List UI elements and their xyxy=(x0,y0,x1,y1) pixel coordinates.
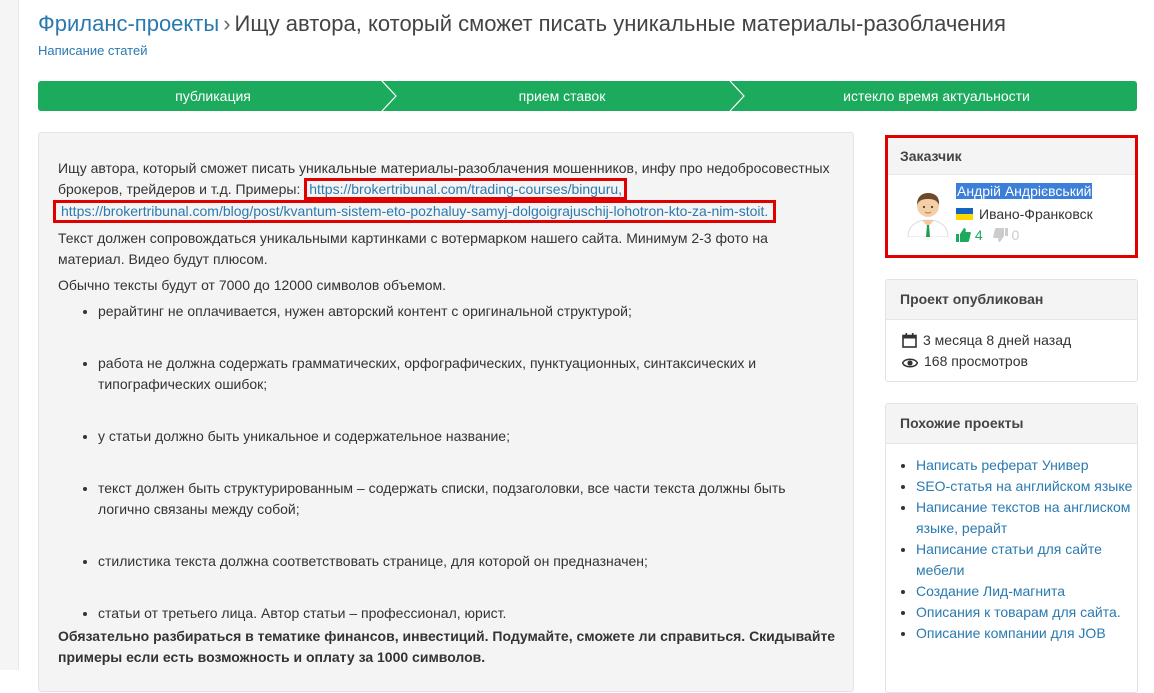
project-title: Ищу автора, который сможет писать уникал… xyxy=(234,11,1006,36)
status-stage-label: публикация xyxy=(175,88,251,104)
project-description-panel: Ищу автора, который сможет писать уникал… xyxy=(38,132,854,692)
breadcrumb-separator: › xyxy=(223,11,231,36)
highlight-box: https://brokertribunal.com/blog/post/kva… xyxy=(53,200,777,223)
similar-projects-list: Написать реферат Универ SEO-статья на ан… xyxy=(886,444,1137,644)
description-intro: Ищу автора, который сможет писать уникал… xyxy=(53,158,838,223)
list-item: работа не должна содержать грамматически… xyxy=(98,353,838,395)
views-count: 168 просмотров xyxy=(924,353,1028,369)
calendar-icon xyxy=(902,333,917,348)
ukraine-flag-icon xyxy=(956,208,973,220)
project-description: Ищу автора, который сможет писать уникал… xyxy=(53,158,838,673)
list-item: Описание компании для JOB xyxy=(916,623,1137,644)
published-card: Проект опубликован 3 месяца 8 дней назад… xyxy=(885,279,1138,382)
status-stage-publication: публикация xyxy=(38,81,397,111)
example-link-1[interactable]: https://brokertribunal.com/trading-cours… xyxy=(309,181,622,197)
client-city: Ивано-Франковск xyxy=(979,206,1093,222)
list-item: Написать реферат Универ xyxy=(916,455,1137,476)
status-stage-label: прием ставок xyxy=(518,88,606,104)
similar-project-link[interactable]: Написание текстов на англиском языке, ре… xyxy=(916,499,1130,536)
status-stage-label: истекло время актуальности xyxy=(843,88,1030,104)
list-item: Написание текстов на англиском языке, ре… xyxy=(916,497,1137,539)
project-status-bar: публикация прием ставок истекло время ак… xyxy=(38,81,1137,111)
published-date-row: 3 месяца 8 дней назад xyxy=(902,330,1137,351)
published-date: 3 месяца 8 дней назад xyxy=(923,332,1072,348)
published-info: 3 месяца 8 дней назад 168 просмотров xyxy=(886,320,1137,372)
eye-icon xyxy=(901,358,919,368)
avatar[interactable] xyxy=(904,185,952,238)
thumbs-up-icon xyxy=(956,228,971,242)
similar-project-link[interactable]: Написание статьи для сайте мебели xyxy=(916,541,1102,578)
breadcrumb-root-link[interactable]: Фриланс-проекты xyxy=(38,11,219,36)
views-row: 168 просмотров xyxy=(901,351,1137,372)
rating-down: 0 xyxy=(992,227,1020,243)
similar-project-link[interactable]: Написать реферат Универ xyxy=(916,457,1088,473)
list-item: Описания к товарам для сайта. xyxy=(916,602,1137,623)
rating-up-count: 4 xyxy=(974,227,983,243)
status-stage-bidding: прием ставок xyxy=(388,81,745,111)
page-left-gutter xyxy=(0,0,19,670)
description-paragraph: Обычно тексты будут от 7000 до 12000 сим… xyxy=(58,277,447,293)
similar-project-link[interactable]: Создание Лид-магнита xyxy=(916,583,1065,599)
page-title: Фриланс-проекты › Ищу автора, который смож… xyxy=(38,9,1006,39)
published-card-header: Проект опубликован xyxy=(886,280,1137,320)
list-item: у статьи должно быть уникальное и содерж… xyxy=(98,426,838,447)
list-item: рерайтинг не оплачивается, нужен авторск… xyxy=(98,301,838,322)
similar-projects-header: Похожие проекты xyxy=(886,404,1137,444)
example-link-2[interactable]: https://brokertribunal.com/blog/post/kva… xyxy=(61,203,768,219)
requirements-list: рерайтинг не оплачивается, нужен авторск… xyxy=(58,301,838,624)
description-bold-note: Обязательно разбираться в тематике финан… xyxy=(58,628,836,665)
similar-project-link[interactable]: Описания к товарам для сайта. xyxy=(916,604,1121,620)
client-location: Ивано-Франковск xyxy=(956,206,1093,222)
client-info: Андрій Андрієвський Ивано-Франковск 4 0 xyxy=(888,175,1135,255)
list-item: SEO-статья на английском языке xyxy=(916,476,1137,497)
client-card-header: Заказчик xyxy=(888,138,1135,175)
list-item: текст должен быть структурированным – со… xyxy=(98,478,838,520)
client-rating: 4 0 xyxy=(956,227,1019,243)
thumbs-down-icon xyxy=(992,228,1008,242)
user-avatar-icon xyxy=(907,193,949,238)
rating-down-count: 0 xyxy=(1011,227,1020,243)
highlight-box: https://brokertribunal.com/trading-cours… xyxy=(304,178,628,200)
list-item: Создание Лид-магнита xyxy=(916,581,1137,602)
status-stage-expired: истекло время актуальности xyxy=(736,81,1137,111)
similar-project-link[interactable]: SEO-статья на английском языке xyxy=(916,478,1132,494)
client-card: Заказчик Андрій Андрієвський Ивано-Франк… xyxy=(885,135,1138,258)
similar-projects-card: Похожие проекты Написать реферат Универ … xyxy=(885,403,1138,693)
similar-project-link[interactable]: Описание компании для JOB xyxy=(916,625,1106,641)
client-name-link[interactable]: Андрій Андрієвський xyxy=(956,183,1093,199)
description-paragraph: Текст должен сопровождаться уникальными … xyxy=(58,230,768,267)
list-item: Написание статьи для сайте мебели xyxy=(916,539,1137,581)
list-item: статьи от третьего лица. Автор статьи – … xyxy=(98,603,838,624)
list-item: стилистика текста должна соответствовать… xyxy=(98,551,838,572)
category-link[interactable]: Написание статей xyxy=(38,43,147,58)
